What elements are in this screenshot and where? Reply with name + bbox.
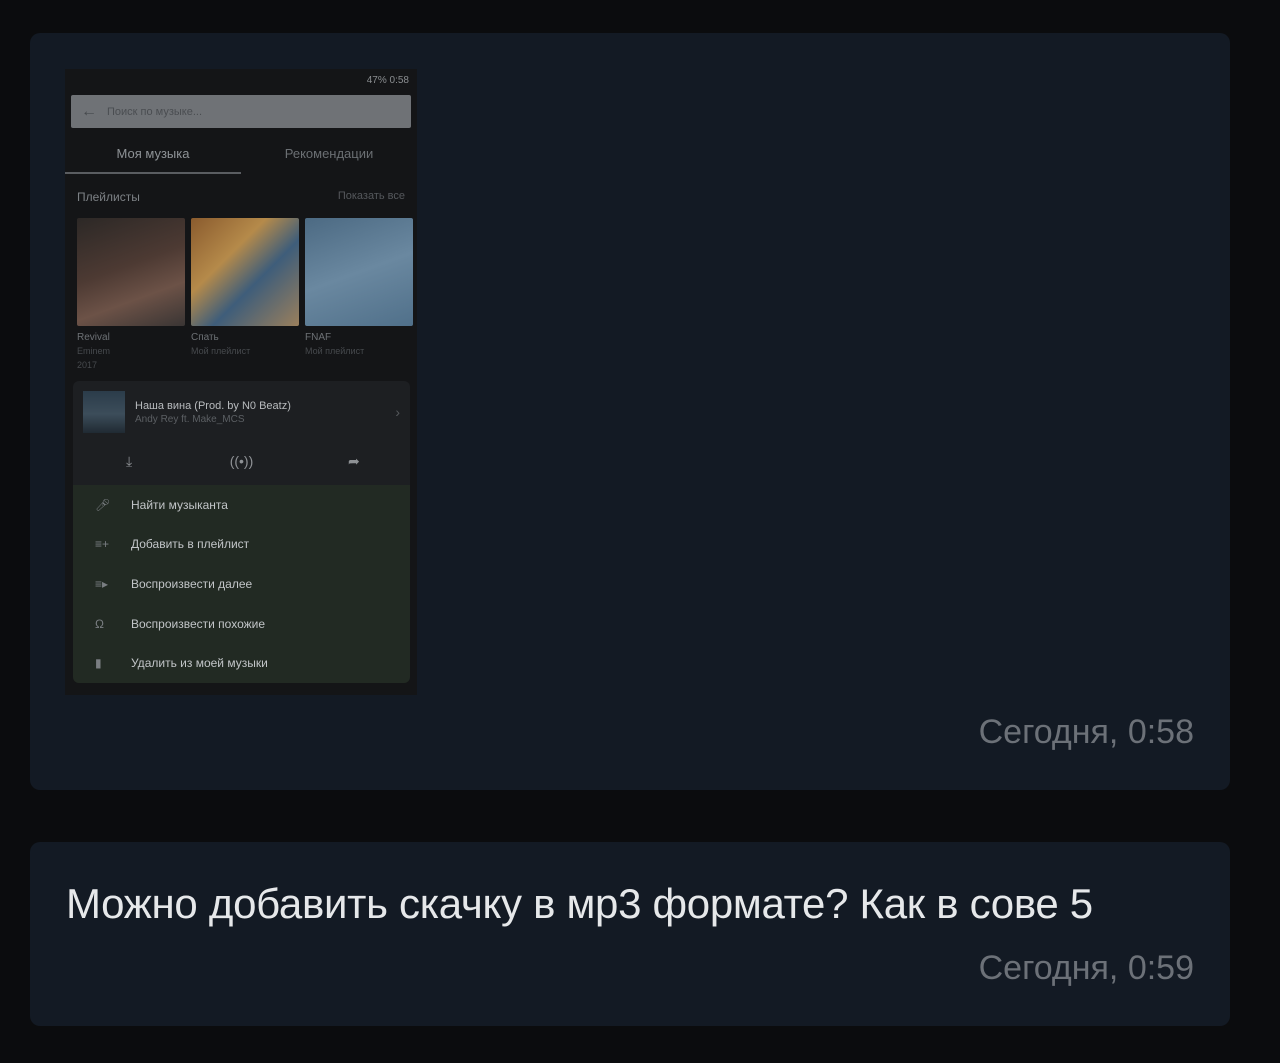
menu-item-play-next: ≡▸ Воспроизвести далее	[73, 564, 410, 604]
playlist-card: Revival Eminem 2017	[77, 218, 185, 371]
download-icon: ⤓	[126, 453, 133, 469]
playlist-year: 2017	[77, 360, 98, 370]
menu-item-label: Воспроизвести похожие	[131, 616, 266, 631]
message-timestamp: Сегодня, 0:58	[978, 713, 1194, 751]
chevron-right-icon: ›	[395, 404, 400, 420]
menu-item-find-artist: 🎤︎ Найти музыканта	[73, 485, 410, 525]
broadcast-icon: ((•))	[229, 453, 254, 469]
playlist-cover	[305, 218, 413, 326]
mic-icon: 🎤︎	[95, 497, 111, 512]
track-actions: ⤓ ((•)) ➦	[73, 453, 410, 470]
track-sheet: Наша вина (Prod. by N0 Beatz) Andy Rey f…	[73, 381, 410, 485]
search-bar: ← Поиск по музыке...	[71, 95, 411, 128]
attached-screenshot[interactable]: 47% 0:58 ← Поиск по музыке... Моя музыка…	[65, 69, 417, 695]
playlists-header: Плейлисты Показать все	[65, 174, 417, 204]
share-icon: ➦	[347, 453, 360, 469]
track-artist: Andy Rey ft. Make_MCS	[135, 413, 245, 425]
menu-item-label: Воспроизвести далее	[131, 576, 253, 591]
headphones-icon: Ω	[95, 616, 104, 631]
tabs: Моя музыка Рекомендации	[65, 134, 417, 174]
show-all-link: Показать все	[337, 190, 405, 202]
menu-item-remove: ▮ Удалить из моей музыки	[73, 643, 410, 683]
playlist-cover	[191, 218, 299, 326]
message-timestamp: Сегодня, 0:59	[978, 949, 1194, 987]
menu-item-add-to-playlist: ≡+ Добавить в плейлист	[73, 525, 410, 565]
tab-recommendations: Рекомендации	[284, 146, 374, 161]
message-bubble-text[interactable]: Можно добавить скачку в мр3 формате? Как…	[30, 842, 1230, 1026]
track-title: Наша вина (Prod. by N0 Beatz)	[135, 399, 291, 412]
playlist-card: Спать Мой плейлист	[191, 218, 299, 371]
track-artwork	[83, 391, 125, 433]
status-text: 47% 0:58	[366, 74, 409, 86]
playlist-title: Спать	[191, 332, 219, 343]
menu-item-label: Найти музыканта	[131, 497, 228, 512]
playlists-title: Плейлисты	[77, 190, 140, 204]
status-bar: 47% 0:58	[65, 69, 417, 91]
menu-item-label: Удалить из моей музыки	[131, 656, 268, 671]
playlist-title: Revival	[77, 332, 110, 343]
track-row: Наша вина (Prod. by N0 Beatz) Andy Rey f…	[73, 381, 410, 433]
search-placeholder: Поиск по музыке...	[107, 105, 203, 118]
menu-item-play-similar: Ω Воспроизвести похожие	[73, 604, 410, 644]
menu-item-label: Добавить в плейлист	[131, 537, 250, 552]
playlist-card: FNAF Мой плейлист	[305, 218, 413, 371]
track-info: Наша вина (Prod. by N0 Beatz) Andy Rey f…	[135, 400, 395, 425]
tab-my-music: Моя музыка	[65, 134, 241, 174]
trash-icon: ▮	[95, 656, 102, 671]
back-arrow-icon: ←	[81, 102, 97, 120]
playlist-title: FNAF	[305, 332, 332, 343]
context-menu: 🎤︎ Найти музыканта ≡+ Добавить в плейлис…	[73, 485, 410, 683]
message-text: Можно добавить скачку в мр3 формате? Как…	[66, 880, 1093, 927]
playlist-add-icon: ≡+	[95, 537, 110, 552]
playlists-row: Revival Eminem 2017 Спать Мой плейлист F…	[65, 204, 417, 371]
message-bubble-image[interactable]: 47% 0:58 ← Поиск по музыке... Моя музыка…	[30, 33, 1230, 790]
playlist-cover	[77, 218, 185, 326]
playlist-subtitle: Eminem	[77, 346, 111, 356]
play-next-icon: ≡▸	[95, 576, 109, 591]
playlist-subtitle: Мой плейлист	[305, 346, 365, 356]
playlist-subtitle: Мой плейлист	[191, 346, 251, 356]
